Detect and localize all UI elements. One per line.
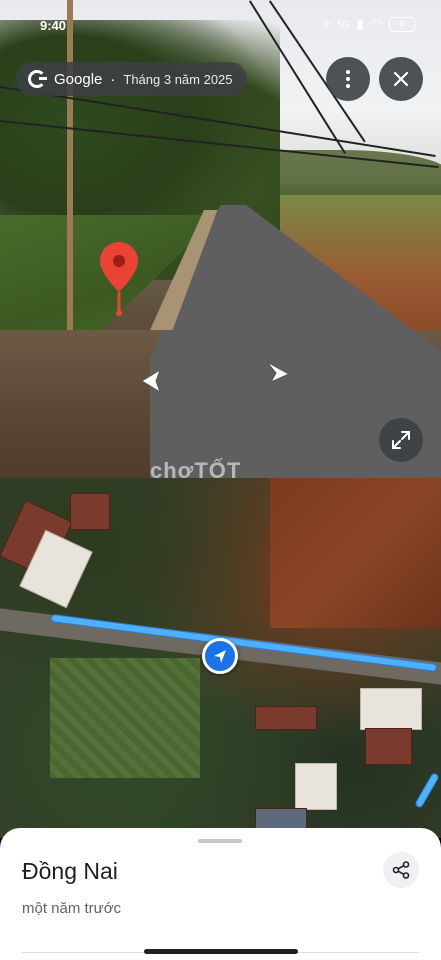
status-bar: 9:40 ⌖ 5G ▮ ◠ 6 [0, 12, 441, 38]
separator-dot: · [110, 70, 116, 88]
expand-button[interactable] [379, 418, 423, 462]
google-attribution-chip[interactable]: Google · Tháng 3 năm 2025 [16, 62, 247, 96]
nav-arrow-right-icon[interactable] [263, 356, 293, 386]
share-icon [392, 861, 410, 879]
status-icons: ⌖ 5G ▮ ◠ 6 [323, 16, 415, 32]
battery-icon: 6 [389, 16, 415, 32]
home-indicator[interactable] [144, 949, 298, 954]
utility-pole [67, 0, 73, 330]
route-line [415, 773, 439, 808]
building [295, 763, 337, 810]
watermark: chợTỐT [150, 458, 242, 478]
orchard [50, 658, 200, 778]
more-vert-icon [346, 70, 350, 88]
location-pin-icon [100, 242, 138, 316]
street-view-panel[interactable]: 9:40 ⌖ 5G ▮ ◠ 6 Google · Tháng 3 năm 202… [0, 0, 441, 478]
place-title: Đồng Nai [22, 858, 118, 884]
building [360, 688, 422, 730]
brand-label: Google [54, 70, 103, 88]
signal-icon: ▮ [356, 16, 364, 31]
building [255, 706, 317, 730]
wifi-icon: ◠ [370, 16, 382, 31]
expand-icon [392, 431, 410, 449]
navigation-arrow-icon [214, 650, 226, 663]
nav-arrow-left-icon[interactable] [136, 366, 166, 396]
share-button[interactable] [383, 852, 419, 888]
more-options-button[interactable] [326, 57, 370, 101]
capture-date: Tháng 3 năm 2025 [123, 71, 233, 87]
location-status-icon: ⌖ [323, 16, 331, 31]
drag-handle[interactable] [198, 839, 242, 843]
network-label: 5G [337, 19, 350, 29]
red-soil-farm [270, 478, 441, 628]
place-subtitle: một năm trước [22, 900, 122, 917]
current-location-marker[interactable] [202, 638, 238, 674]
status-time: 9:40 [40, 18, 67, 33]
building [70, 493, 110, 530]
place-bottom-sheet[interactable]: Đồng Nai một năm trước [0, 828, 441, 960]
google-g-icon [28, 70, 47, 88]
close-icon [393, 71, 409, 87]
building [365, 728, 412, 765]
close-button[interactable] [379, 57, 423, 101]
